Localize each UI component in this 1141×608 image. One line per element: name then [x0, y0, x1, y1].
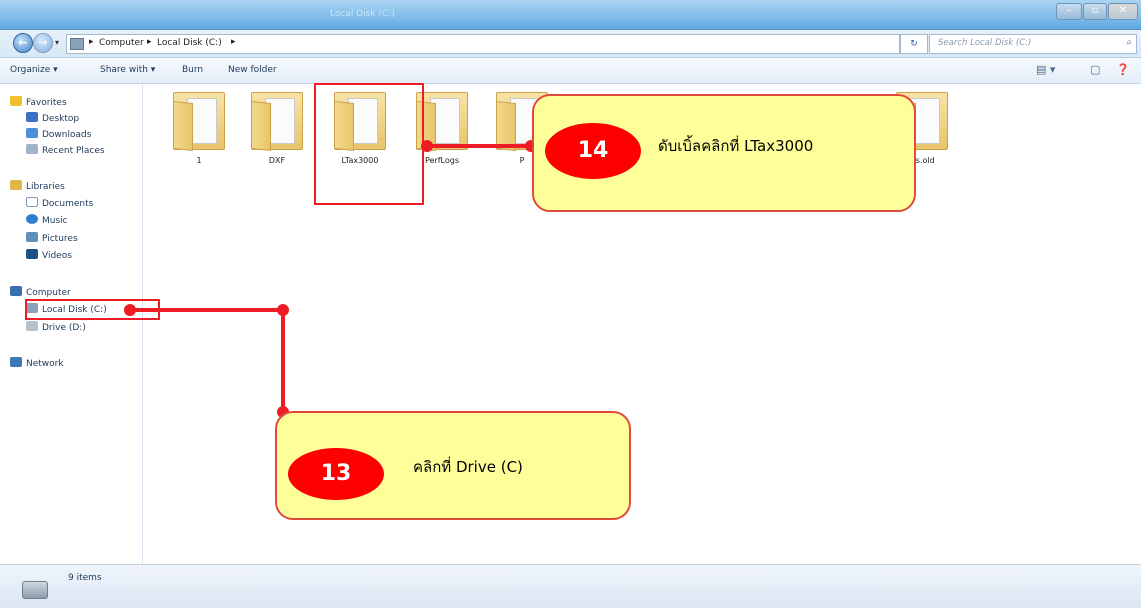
nav-videos[interactable]: Videos	[26, 249, 72, 263]
hard-drive-icon	[22, 581, 48, 599]
command-bar: Organize ▾ Share with ▾ Burn New folder …	[0, 58, 1141, 84]
preview-pane-icon[interactable]: ▢	[1090, 63, 1100, 76]
navigation-pane: Favorites Desktop Downloads Recent Place…	[0, 84, 143, 564]
nav-drive-d[interactable]: Drive (D:)	[26, 321, 86, 335]
item-count: 9 items	[68, 573, 102, 583]
folder-name: DXF	[268, 156, 286, 165]
minimize-button[interactable]: –	[1056, 3, 1082, 20]
close-button[interactable]: ✕	[1108, 3, 1138, 20]
back-button[interactable]: ←	[13, 33, 33, 53]
connector-line	[130, 308, 283, 312]
nav-pictures[interactable]: Pictures	[26, 232, 78, 246]
connector-line	[427, 144, 539, 148]
burn-button[interactable]: Burn	[182, 65, 203, 75]
breadcrumb-local-disk[interactable]: Local Disk (C:)	[157, 38, 222, 48]
organize-button[interactable]: Organize ▾	[10, 65, 58, 75]
nav-computer[interactable]: Computer	[10, 286, 71, 300]
highlight-ltax3000	[314, 83, 424, 205]
maximize-button[interactable]: ▫	[1083, 3, 1107, 20]
nav-libraries[interactable]: Libraries	[10, 180, 65, 194]
search-placeholder: Search Local Disk (C:)	[938, 38, 1032, 48]
breadcrumb-separator[interactable]: ▸	[231, 37, 236, 47]
new-folder-button[interactable]: New folder	[228, 65, 277, 75]
network-icon	[10, 357, 22, 367]
callout-step-14: 14 ดับเบิ้ลคลิกที่ LTax3000	[532, 94, 916, 212]
nav-documents[interactable]: Documents	[26, 197, 93, 211]
folder-name: 1	[196, 156, 202, 165]
pictures-icon	[26, 232, 38, 242]
folder-item[interactable]: 1	[166, 92, 232, 165]
documents-icon	[26, 197, 38, 207]
libraries-icon	[10, 180, 22, 190]
folder-icon	[251, 92, 303, 152]
callout-step-13: 13 คลิกที่ Drive (C)	[275, 411, 631, 520]
nav-music[interactable]: Music	[26, 214, 68, 228]
search-input[interactable]: Search Local Disk (C:) ⌕	[929, 34, 1137, 54]
help-icon[interactable]: ❓	[1116, 63, 1130, 76]
step-badge-13: 13	[288, 448, 384, 500]
breadcrumb-separator[interactable]: ▸	[89, 37, 94, 47]
share-with-button[interactable]: Share with ▾	[100, 65, 155, 75]
folder-item[interactable]: DXF	[244, 92, 310, 165]
nav-downloads[interactable]: Downloads	[26, 128, 91, 142]
nav-desktop[interactable]: Desktop	[26, 112, 79, 126]
address-bar: ← → ▾ ▸ Computer ▸ Local Disk (C:) ▸ ↻ S…	[0, 30, 1141, 58]
window-title: Local Disk (C:)	[330, 9, 395, 19]
forward-button[interactable]: →	[33, 33, 53, 53]
hard-drive-icon	[26, 321, 38, 331]
breadcrumb[interactable]: ▸ Computer ▸ Local Disk (C:) ▸	[66, 34, 900, 54]
nav-favorites[interactable]: Favorites	[10, 96, 67, 110]
refresh-icon: ↻	[910, 39, 918, 49]
computer-icon	[70, 38, 84, 50]
music-icon	[26, 214, 38, 224]
nav-recent-places[interactable]: Recent Places	[26, 144, 105, 158]
computer-icon	[10, 286, 22, 296]
callout-text-14: ดับเบิ้ลคลิกที่ LTax3000	[658, 137, 814, 155]
callout-text-13: คลิกที่ Drive (C)	[413, 458, 523, 476]
breadcrumb-separator[interactable]: ▸	[147, 37, 152, 47]
downloads-icon	[26, 128, 38, 138]
search-icon[interactable]: ⌕	[1126, 37, 1132, 48]
recent-pages-dropdown[interactable]: ▾	[55, 38, 59, 47]
videos-icon	[26, 249, 38, 259]
connector-line	[281, 310, 285, 413]
refresh-button[interactable]: ↻	[900, 34, 928, 54]
folder-icon	[173, 92, 225, 152]
desktop-icon	[26, 112, 38, 122]
change-view-icon[interactable]: ▤ ▾	[1036, 63, 1055, 76]
breadcrumb-computer[interactable]: Computer	[99, 38, 144, 48]
recent-places-icon	[26, 144, 38, 154]
title-bar: Local Disk (C:) – ▫ ✕	[0, 0, 1141, 30]
step-badge-14: 14	[545, 123, 641, 179]
star-icon	[10, 96, 22, 106]
nav-network[interactable]: Network	[10, 357, 64, 371]
status-bar: 9 items	[0, 564, 1141, 608]
